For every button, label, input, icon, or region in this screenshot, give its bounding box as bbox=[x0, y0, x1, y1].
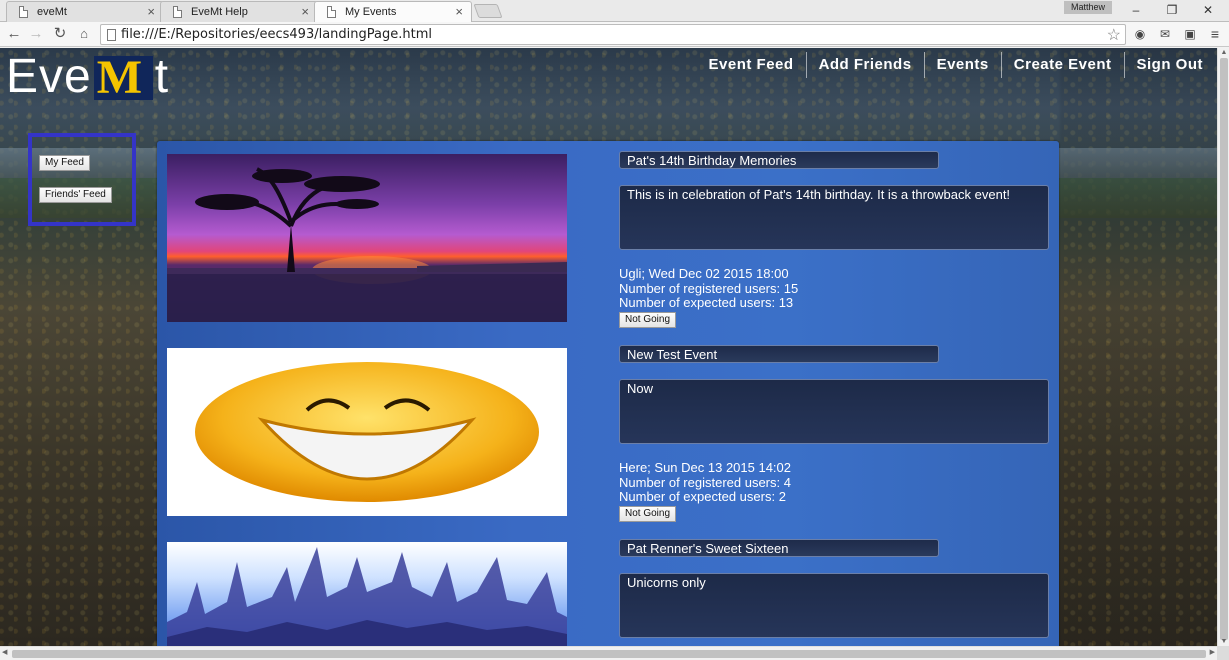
browser-tab-evemt[interactable]: eveMt × bbox=[6, 1, 164, 22]
profile-badge[interactable]: Matthew bbox=[1064, 1, 1112, 14]
browser-tab-label: EveMt Help bbox=[191, 6, 248, 18]
logo-letter-m: M bbox=[96, 51, 143, 104]
vertical-scroll-thumb[interactable] bbox=[1220, 58, 1228, 640]
forward-arrow-icon[interactable]: → bbox=[27, 25, 45, 43]
top-navigation: Event Feed Add Friends Events Create Eve… bbox=[697, 52, 1215, 78]
event-image-crowd bbox=[167, 542, 567, 646]
new-tab-button[interactable] bbox=[473, 4, 503, 18]
page-icon bbox=[327, 6, 336, 18]
event-expected-count: Number of expected users: 2 bbox=[619, 489, 786, 504]
home-icon[interactable]: ⌂ bbox=[75, 25, 93, 43]
event-description: Unicorns only bbox=[619, 573, 1049, 638]
extension-shield-icon[interactable]: ◉ bbox=[1132, 26, 1148, 42]
page-icon bbox=[173, 6, 182, 18]
event-title: Pat Renner's Sweet Sixteen bbox=[619, 539, 939, 557]
url-text: file:///E:/Repositories/eecs493/landingP… bbox=[121, 27, 432, 42]
site-logo[interactable]: Eve M t bbox=[6, 50, 170, 104]
browser-tab-label: eveMt bbox=[37, 6, 67, 18]
scroll-down-icon[interactable]: ▼ bbox=[1218, 638, 1229, 645]
concert-crowd-illustration bbox=[167, 547, 567, 646]
logo-text-left: Eve bbox=[6, 50, 92, 103]
nav-events[interactable]: Events bbox=[923, 52, 1001, 78]
logo-text-right: t bbox=[154, 50, 170, 103]
logo-block-m: M bbox=[93, 51, 153, 104]
smiley-face-illustration bbox=[195, 362, 539, 502]
close-icon[interactable]: × bbox=[301, 4, 309, 19]
browser-tab-my-events[interactable]: My Events × bbox=[314, 1, 472, 23]
event-description: Now bbox=[619, 379, 1049, 444]
browser-tab-label: My Events bbox=[345, 6, 397, 18]
friends-feed-button[interactable]: Friends' Feed bbox=[39, 187, 112, 203]
restore-icon[interactable]: ❐ bbox=[1158, 2, 1186, 18]
feed-selector-panel: My Feed Friends' Feed bbox=[28, 133, 136, 226]
scroll-up-icon[interactable]: ▲ bbox=[1218, 49, 1229, 56]
event-details: Ugli; Wed Dec 02 2015 18:00 Number of re… bbox=[619, 266, 799, 311]
bookmark-star-icon[interactable]: ☆ bbox=[1107, 25, 1121, 45]
event-title: Pat's 14th Birthday Memories bbox=[619, 151, 939, 169]
my-feed-button[interactable]: My Feed bbox=[39, 155, 90, 171]
browser-tabstrip: eveMt × EveMt Help × My Events × Matthew… bbox=[0, 0, 1229, 23]
events-panel: Pat's 14th Birthday Memories This is in … bbox=[157, 141, 1059, 646]
extension-glasses-icon[interactable]: ▣ bbox=[1182, 26, 1198, 42]
nav-create-event[interactable]: Create Event bbox=[1000, 52, 1124, 78]
event-location-time: Ugli; Wed Dec 02 2015 18:00 bbox=[619, 266, 789, 281]
event-title: New Test Event bbox=[619, 345, 939, 363]
nav-sign-out[interactable]: Sign Out bbox=[1123, 52, 1216, 78]
horizontal-scrollbar[interactable]: ◀ ▶ bbox=[0, 646, 1217, 660]
window-close-icon[interactable]: ✕ bbox=[1194, 2, 1222, 18]
page-icon bbox=[107, 29, 116, 41]
event-description: This is in celebration of Pat's 14th bir… bbox=[619, 185, 1049, 250]
event-image-smiley bbox=[167, 348, 567, 516]
sunset-tree-illustration bbox=[167, 167, 567, 322]
close-icon[interactable]: × bbox=[147, 4, 155, 19]
scrollbar-corner bbox=[1217, 646, 1229, 660]
reload-icon[interactable]: ↻ bbox=[51, 25, 69, 43]
vertical-scrollbar[interactable]: ▲ ▼ bbox=[1217, 48, 1229, 646]
page-viewport: Eve M t Event Feed Add Friends Events Cr… bbox=[0, 48, 1217, 646]
event-location-time: Here; Sun Dec 13 2015 14:02 bbox=[619, 460, 792, 475]
close-icon[interactable]: × bbox=[455, 4, 463, 19]
not-going-button[interactable]: Not Going bbox=[619, 312, 677, 328]
not-going-button[interactable]: Not Going bbox=[619, 506, 677, 522]
minimize-icon[interactable]: – bbox=[1122, 2, 1150, 18]
event-details: Here; Sun Dec 13 2015 14:02 Number of re… bbox=[619, 460, 792, 505]
nav-event-feed[interactable]: Event Feed bbox=[697, 52, 806, 78]
browser-tab-evemt-help[interactable]: EveMt Help × bbox=[160, 1, 318, 22]
event-expected-count: Number of expected users: 13 bbox=[619, 295, 794, 310]
horizontal-scroll-thumb[interactable] bbox=[12, 650, 1206, 658]
scroll-left-icon[interactable]: ◀ bbox=[2, 648, 7, 656]
event-image-sunset bbox=[167, 154, 567, 322]
event-registered-count: Number of registered users: 15 bbox=[619, 280, 799, 296]
page-icon bbox=[19, 6, 28, 18]
gmail-extension-icon[interactable]: ✉ bbox=[1157, 26, 1173, 42]
back-arrow-icon[interactable]: ← bbox=[5, 25, 23, 43]
address-bar[interactable]: file:///E:/Repositories/eecs493/landingP… bbox=[100, 24, 1126, 45]
scroll-right-icon[interactable]: ▶ bbox=[1210, 648, 1215, 656]
browser-toolbar: ← → ↻ ⌂ file:///E:/Repositories/eecs493/… bbox=[0, 22, 1229, 47]
event-registered-count: Number of registered users: 4 bbox=[619, 474, 791, 490]
menu-icon[interactable]: ≡ bbox=[1207, 26, 1223, 42]
nav-add-friends[interactable]: Add Friends bbox=[805, 52, 924, 78]
